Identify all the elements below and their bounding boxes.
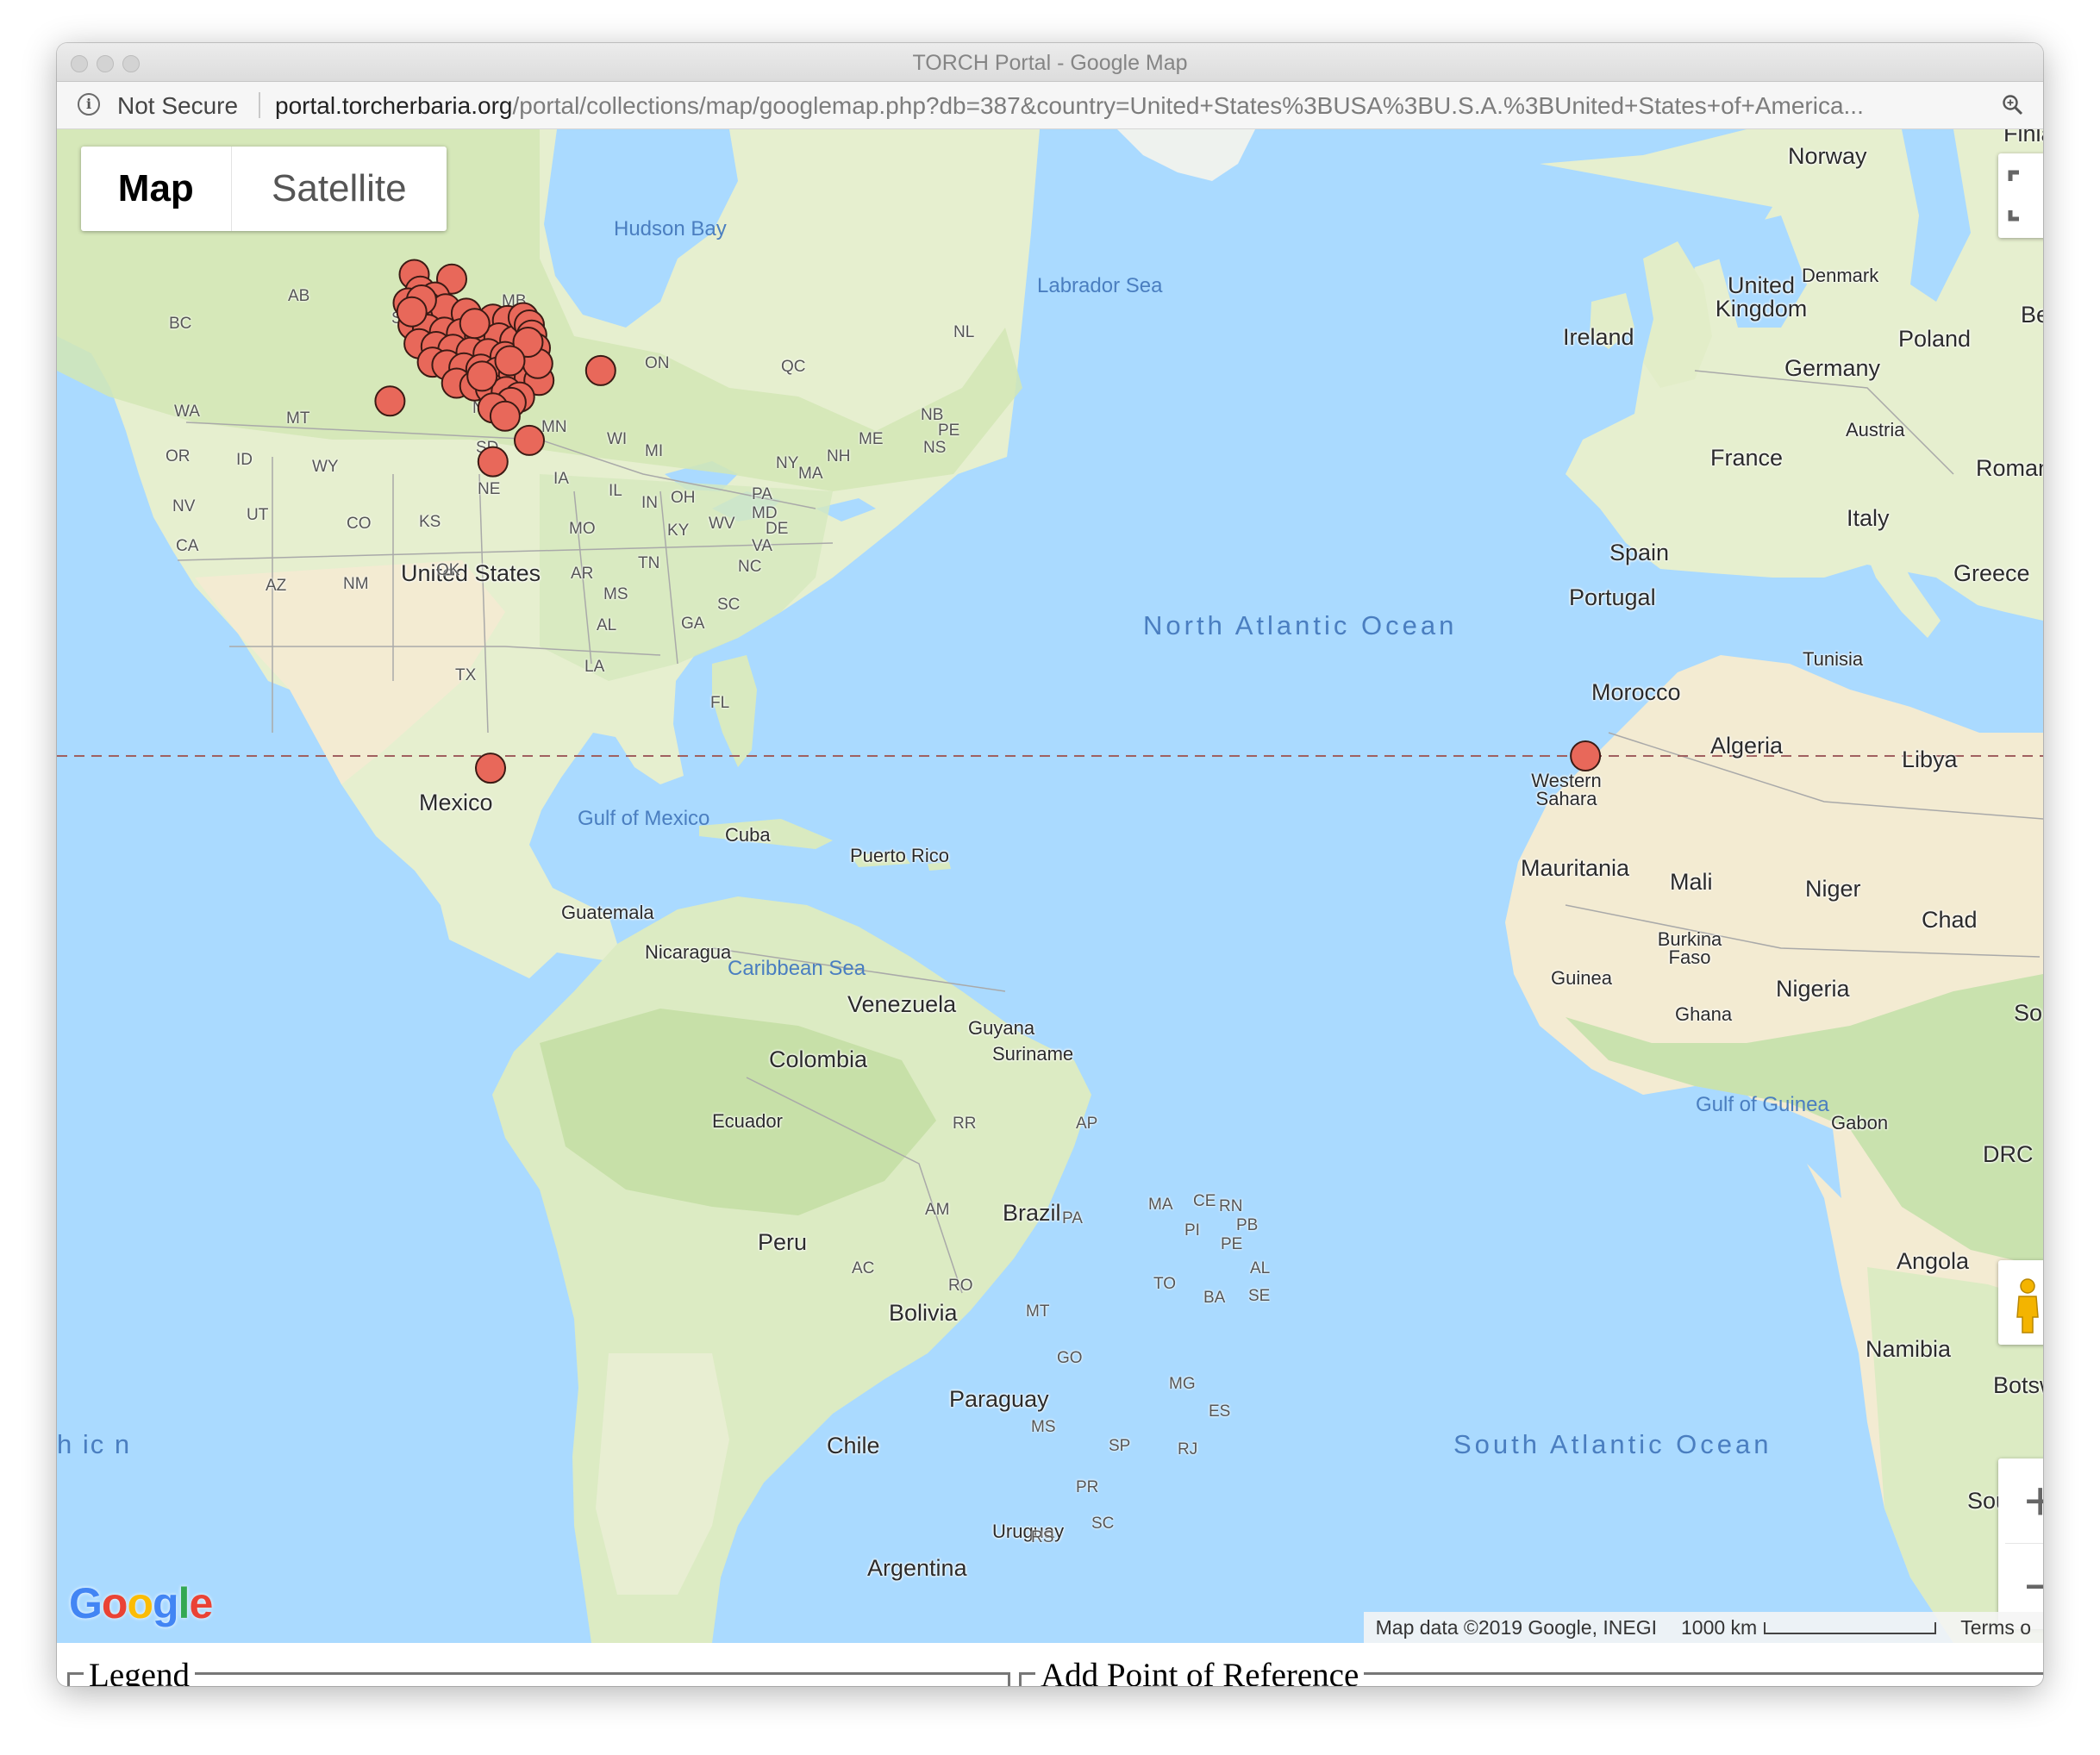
zoom-in-button[interactable]: + bbox=[1998, 1458, 2043, 1543]
legend-fieldset: Legend bbox=[67, 1656, 1010, 1686]
google-map[interactable]: Hudson Bay Labrador Sea Gulf of Mexico C… bbox=[57, 129, 2043, 1643]
map-footer-panel: Legend Add Point of Reference bbox=[57, 1643, 2043, 1686]
window-title: TORCH Portal - Google Map bbox=[912, 51, 1188, 75]
specimen-marker[interactable] bbox=[584, 354, 616, 386]
address-bar[interactable]: i Not Secure portal.torcherbaria.org/por… bbox=[57, 82, 2043, 129]
map-data-credit[interactable]: Map data ©2019 Google, INEGI bbox=[1364, 1616, 1669, 1639]
map-attribution: Map data ©2019 Google, INEGI 1000 km Ter… bbox=[1363, 1612, 2043, 1643]
fullscreen-button[interactable] bbox=[1998, 153, 2043, 238]
specimen-marker[interactable] bbox=[489, 400, 521, 432]
google-logo-letter: g bbox=[153, 1579, 179, 1627]
google-logo-letter: l bbox=[178, 1579, 191, 1627]
fullscreen-icon bbox=[2008, 170, 2019, 222]
google-logo-letter: o bbox=[101, 1579, 128, 1627]
google-logo-letter: G bbox=[69, 1579, 103, 1627]
specimen-marker[interactable] bbox=[475, 753, 506, 784]
specimen-marker[interactable] bbox=[477, 446, 509, 478]
specimen-marker[interactable] bbox=[1570, 740, 1602, 771]
specimen-marker[interactable] bbox=[514, 424, 545, 456]
google-logo-letter: o bbox=[127, 1579, 153, 1627]
reference-fieldset: Add Point of Reference bbox=[1019, 1656, 2043, 1686]
map-scale[interactable]: 1000 km bbox=[1669, 1616, 1948, 1639]
specimen-marker[interactable] bbox=[466, 360, 498, 392]
street-view-button[interactable] bbox=[1998, 1260, 2043, 1345]
info-icon[interactable]: i bbox=[78, 93, 100, 116]
url-host: portal.torcherbaria.org bbox=[275, 92, 513, 119]
url-path: /portal/collections/map/googlemap.php?db… bbox=[512, 92, 1864, 119]
scale-bar bbox=[1764, 1622, 1937, 1635]
scale-label: 1000 km bbox=[1680, 1615, 1758, 1639]
title-bar: TORCH Portal - Google Map bbox=[57, 43, 2043, 82]
map-type-map-button[interactable]: Map bbox=[81, 147, 232, 231]
marker-layer bbox=[374, 259, 1602, 784]
legend-title: Legend bbox=[84, 1656, 195, 1686]
zoom-control: + − bbox=[1998, 1458, 2043, 1629]
specimen-marker[interactable] bbox=[459, 308, 491, 340]
specimen-marker[interactable] bbox=[494, 345, 526, 377]
zoom-icon[interactable] bbox=[2002, 94, 2024, 116]
security-label[interactable]: Not Secure bbox=[117, 92, 238, 120]
map-type-control: Map Satellite bbox=[81, 147, 447, 231]
address-divider bbox=[259, 92, 260, 118]
browser-window: TORCH Portal - Google Map i Not Secure p… bbox=[57, 43, 2043, 1686]
terms-link[interactable]: Terms o bbox=[1948, 1616, 2043, 1639]
url-field[interactable]: portal.torcherbaria.org/portal/collectio… bbox=[275, 92, 1973, 120]
google-logo-letter: e bbox=[189, 1579, 213, 1627]
google-logo[interactable]: Google bbox=[69, 1578, 213, 1628]
specimen-marker[interactable] bbox=[396, 296, 428, 328]
map-type-satellite-button[interactable]: Satellite bbox=[232, 147, 447, 231]
reference-title: Add Point of Reference bbox=[1035, 1656, 1365, 1686]
specimen-marker[interactable] bbox=[374, 385, 406, 417]
pegman-icon bbox=[2016, 1278, 2039, 1333]
